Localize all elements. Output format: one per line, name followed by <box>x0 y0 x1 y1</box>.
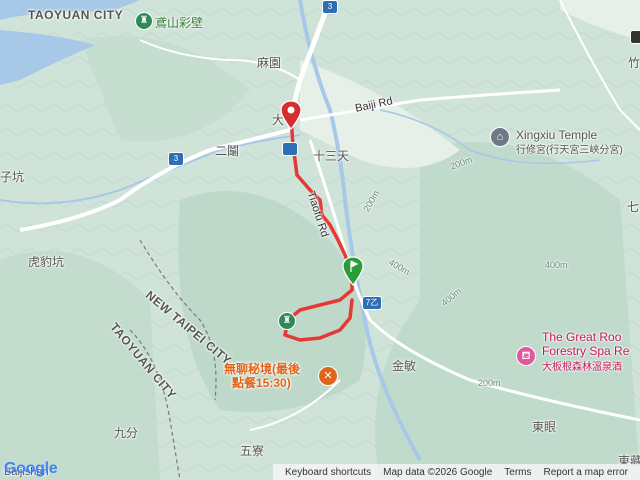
end-marker-icon[interactable] <box>280 100 302 130</box>
hotel-icon[interactable]: ⛾ <box>516 346 536 366</box>
map-data-label: Map data ©2026 Google <box>383 466 493 478</box>
place-label-hubaokeng: 虎豹坑 <box>28 255 65 269</box>
poi-label-great-roots-zh[interactable]: 大板根森林溫泉酒 <box>542 358 622 373</box>
poi-label-restaurant-2[interactable]: 點餐15:30) <box>232 376 291 390</box>
poi-label-great-roots-1[interactable]: The Great Roo <box>542 330 621 344</box>
poi-label-great-roots-2[interactable]: Forestry Spa Re <box>542 344 629 358</box>
place-label-zikeng: 子坑 <box>0 170 25 184</box>
place-label-dongyan: 東眼 <box>532 420 557 434</box>
place-label-maxiang: 麻園 <box>257 56 282 70</box>
park-icon[interactable]: ♜ <box>135 12 153 30</box>
park-icon[interactable]: ♜ <box>278 312 296 330</box>
poi-label-xingxiu[interactable]: Xingxiu Temple <box>516 128 597 142</box>
place-label-jinmin: 金敏 <box>392 359 417 373</box>
route-shield-3: 3 <box>168 152 184 166</box>
poi-label-xingxiu-zh[interactable]: 行修宮(行天宮三峽分宮) <box>516 141 623 156</box>
report-error-link[interactable]: Report a map error <box>538 467 634 478</box>
place-label-jiufen: 九分 <box>114 426 139 440</box>
map-attribution-bar: Keyboard shortcuts Map data ©2026 Google… <box>272 464 640 480</box>
start-marker-icon[interactable] <box>342 256 364 286</box>
poi-label-yingshan-mural[interactable]: 鳶山彩壁 <box>155 14 203 31</box>
temple-icon[interactable]: ⌂ <box>490 127 510 147</box>
place-label-zhu: 竹 <box>628 56 640 70</box>
place-label-qi: 七 <box>627 200 640 214</box>
contour-label: 200m <box>478 378 501 388</box>
route-shield-3: 3 <box>322 0 338 14</box>
place-label-wuliao: 五寮 <box>240 444 265 458</box>
restaurant-icon[interactable]: ✕ <box>318 366 338 386</box>
terms-link[interactable]: Terms <box>498 467 537 478</box>
map-canvas[interactable] <box>0 0 640 480</box>
keyboard-shortcuts-link[interactable]: Keyboard shortcuts <box>279 467 377 478</box>
google-logo[interactable]: Google <box>4 460 58 478</box>
place-label-shisantian: 十三天 <box>313 149 350 163</box>
region-label-taoyuan: TAOYUAN CITY <box>28 8 124 22</box>
route-shield <box>630 30 640 44</box>
route-shield <box>282 142 298 156</box>
route-shield-7: 7乙 <box>362 296 382 310</box>
google-logo-text: Google <box>4 460 58 477</box>
place-label-erlan: 二鬮 <box>215 144 240 158</box>
contour-label: 400m <box>545 260 568 270</box>
poi-label-restaurant-1[interactable]: 無聊秘境(最後 <box>224 362 300 376</box>
